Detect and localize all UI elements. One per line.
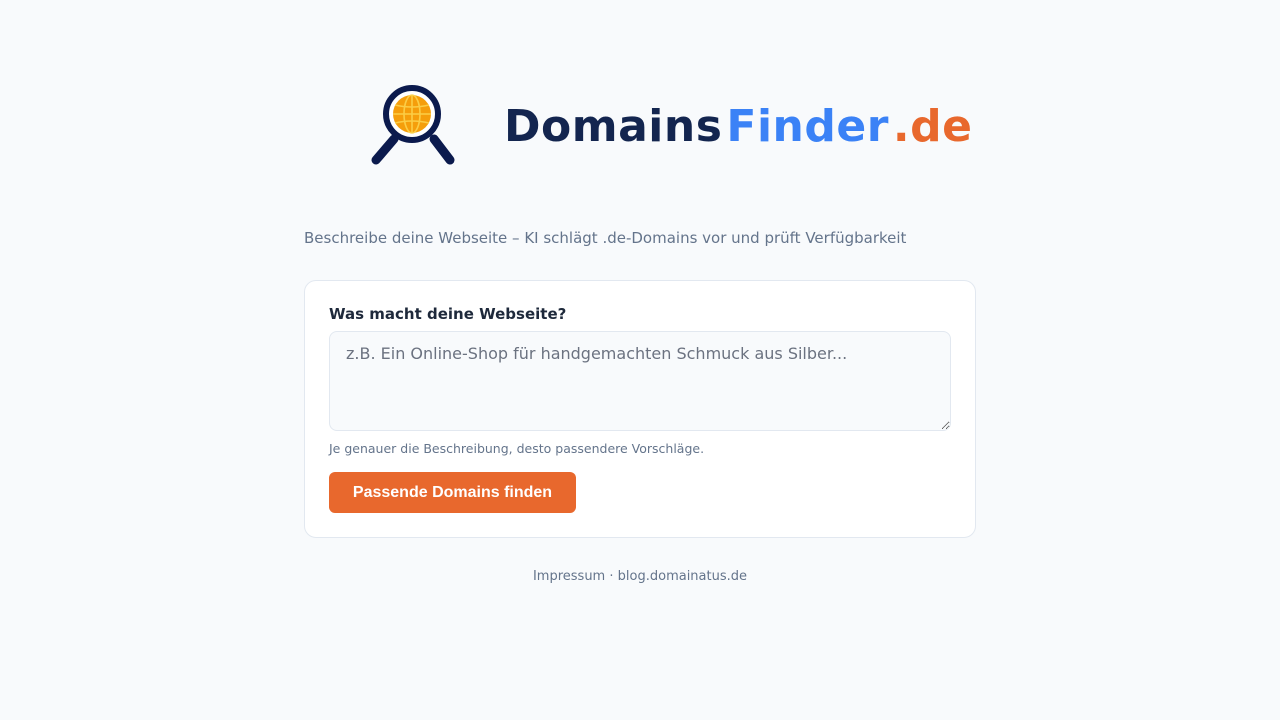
- find-domains-button[interactable]: Passende Domains finden: [329, 472, 576, 513]
- blog-link[interactable]: blog.domainatus.de: [618, 569, 747, 584]
- brand-part-finder: Finder: [726, 101, 889, 152]
- page: DomainsFinder.de Beschreibe deine Websei…: [0, 0, 1280, 720]
- brand-part-tld: .de: [892, 101, 973, 152]
- footer-separator: ·: [609, 569, 614, 584]
- magnifier-globe-icon: [371, 85, 455, 165]
- brand-logo[interactable]: DomainsFinder.de: [364, 80, 972, 172]
- description-label: Was macht deine Webseite?: [329, 305, 567, 323]
- brand-part-domains: Domains: [504, 101, 723, 152]
- tagline: Beschreibe deine Webseite – KI schlägt .…: [304, 229, 907, 247]
- footer: Impressum · blog.domainatus.de: [0, 569, 1280, 584]
- brand-wordmark: DomainsFinder.de: [504, 105, 972, 149]
- description-input[interactable]: [329, 331, 951, 431]
- impressum-link[interactable]: Impressum: [533, 569, 605, 584]
- search-card: Was macht deine Webseite? Je genauer die…: [304, 280, 976, 538]
- description-hint: Je genauer die Beschreibung, desto passe…: [329, 441, 705, 456]
